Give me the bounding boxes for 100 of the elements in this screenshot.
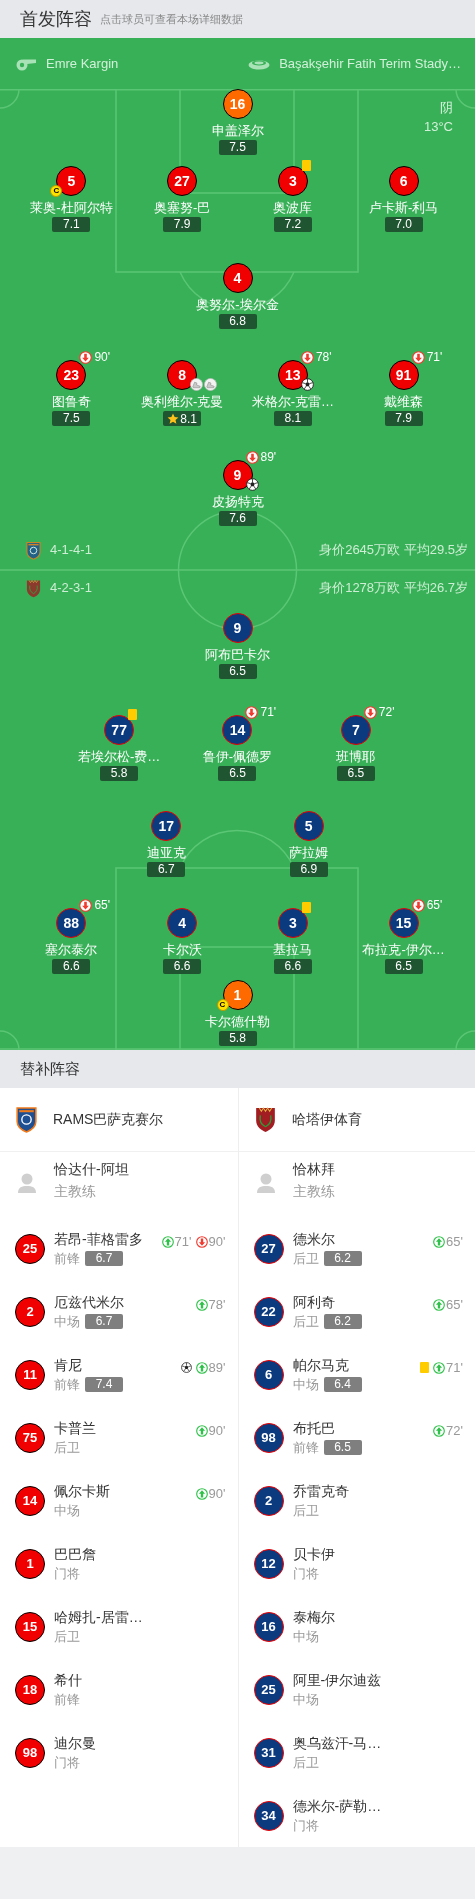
substitution-in-icon	[195, 1298, 208, 1311]
shirt-number[interactable]: 2	[15, 1296, 45, 1327]
substitution-minute: 90'	[208, 1422, 226, 1440]
shirt-number[interactable]: 7	[340, 715, 371, 745]
player-rating: 7.9	[384, 411, 423, 426]
shirt-number[interactable]: 27	[167, 166, 198, 196]
team-crest-icon	[254, 1106, 276, 1133]
shirt-number[interactable]: 6	[253, 1359, 284, 1390]
shirt-number[interactable]: 3	[277, 908, 308, 938]
player-position: 前锋	[54, 1691, 80, 1709]
player-position: 中场	[54, 1313, 80, 1331]
player-name: 若埃尔松-费…	[78, 749, 161, 765]
shirt-number[interactable]: 9	[222, 613, 253, 643]
player-name: 奥乌兹汗-马…	[292, 1734, 383, 1753]
player-name: 阿利奇	[292, 1293, 336, 1312]
player-rating: 7.6	[218, 511, 257, 526]
player-rating: 6.8	[218, 314, 257, 329]
shirt-number[interactable]: 17	[151, 811, 182, 841]
shirt-number[interactable]: 14	[222, 715, 253, 745]
shirt-number[interactable]: 15	[388, 908, 419, 938]
shirt-number[interactable]: 1	[15, 1548, 45, 1579]
player-name: 萨拉姆	[289, 845, 329, 861]
player-name: 奥努尔-埃尔金	[196, 297, 279, 313]
shirt-number[interactable]: 3	[277, 166, 308, 196]
player-name: 班博耶	[336, 749, 376, 765]
player-name: 哈姆扎-居雷…	[54, 1608, 144, 1627]
shirt-number[interactable]: 25	[253, 1674, 284, 1705]
player-position: 后卫	[292, 1502, 319, 1520]
shirt-number[interactable]: 2	[253, 1485, 284, 1516]
shirt-number[interactable]: 88	[56, 908, 87, 938]
shirt-number[interactable]: 18	[15, 1674, 45, 1705]
substitution-in-icon	[195, 1361, 208, 1374]
player-name: 德米尔	[292, 1230, 336, 1249]
player-position: 后卫	[54, 1439, 80, 1457]
shirt-number[interactable]: 27	[253, 1233, 284, 1264]
substitution-minute: 89'	[208, 1359, 226, 1377]
shirt-number[interactable]: 75	[15, 1422, 45, 1453]
player-position: 前锋	[54, 1250, 80, 1268]
player-rating: 7.9	[163, 217, 202, 232]
shirt-number[interactable]: 16	[222, 89, 253, 119]
substitution-minute: 90'	[208, 1233, 226, 1251]
shirt-number[interactable]: 22	[253, 1296, 284, 1327]
coach-role: 主教练	[54, 1182, 97, 1201]
player-name: 厄兹代米尔	[54, 1293, 125, 1312]
substitution-out-icon	[411, 351, 425, 364]
player-rating: 7.4	[85, 1377, 123, 1392]
football-icon	[180, 1362, 192, 1374]
shirt-number[interactable]: 91	[388, 360, 419, 390]
player-name: 希什	[54, 1671, 83, 1690]
player-rating: 6.9	[289, 862, 328, 877]
shirt-number[interactable]: 15	[15, 1611, 45, 1642]
player-rating: 6.4	[323, 1377, 362, 1392]
player-position: 中场	[292, 1691, 319, 1709]
team-value-summary: 身价2645万欧 平均29.5岁	[319, 541, 468, 560]
shirt-number[interactable]: 16	[253, 1611, 284, 1642]
stadium-name: Başakşehir Fatih Terim Stady…	[279, 54, 461, 73]
captain-badge: C	[50, 185, 63, 197]
shirt-number[interactable]: 4	[222, 263, 253, 293]
team-crest-icon	[26, 540, 41, 560]
substitution-minute: 71'	[426, 351, 443, 364]
shirt-number[interactable]: 8	[167, 360, 198, 390]
player-position: 门将	[54, 1754, 80, 1772]
shirt-number[interactable]: 4	[167, 908, 198, 938]
substitution-minute: 71'	[446, 1359, 463, 1377]
player-name: 卢卡斯-利马	[368, 200, 439, 216]
shirt-number[interactable]: 25	[15, 1233, 45, 1264]
player-position: 前锋	[54, 1376, 80, 1394]
shirt-number[interactable]: 23	[56, 360, 87, 390]
player-rating: 8.1	[273, 411, 312, 426]
substitution-minute: 65'	[426, 899, 443, 912]
substitution-out-icon	[79, 351, 93, 364]
player-rating: 7.0	[384, 217, 423, 232]
captain-badge: C	[216, 999, 229, 1011]
substitution-in-icon	[161, 1235, 174, 1248]
shirt-number[interactable]: 31	[253, 1737, 284, 1768]
shirt-number[interactable]: 34	[253, 1800, 284, 1831]
player-name: 图鲁奇	[51, 394, 91, 410]
substitution-out-icon	[363, 706, 377, 719]
shirt-number[interactable]: 12	[253, 1548, 284, 1579]
player-rating: 6.2	[323, 1314, 362, 1329]
player-position: 后卫	[292, 1313, 319, 1331]
shirt-number[interactable]: 11	[15, 1359, 45, 1390]
shirt-number[interactable]: 5	[293, 811, 324, 841]
player-name: 卡尔德什勒	[205, 1014, 270, 1030]
team-value-summary: 身价1278万欧 平均26.7岁	[319, 579, 468, 598]
shirt-number[interactable]: 13	[277, 360, 308, 390]
shirt-number[interactable]: 98	[253, 1422, 284, 1453]
player-rating: 6.5	[218, 766, 257, 781]
shirt-number[interactable]: 14	[15, 1485, 45, 1516]
shirt-number[interactable]: 98	[15, 1737, 45, 1768]
player-name: 塞尔泰尔	[45, 942, 98, 958]
player-name: 帕尔马克	[292, 1356, 350, 1375]
shirt-number[interactable]: 6	[388, 166, 419, 196]
player-name: 奥利维尔-克曼	[140, 394, 224, 410]
shirt-number[interactable]: 77	[104, 715, 135, 745]
team-name: 哈塔伊体育	[291, 1110, 362, 1129]
player-name: 巴巴詹	[54, 1545, 97, 1564]
shirt-number[interactable]: 9	[222, 460, 253, 490]
player-name: 卡尔沃	[162, 942, 202, 958]
section-title: 首发阵容	[20, 7, 92, 31]
